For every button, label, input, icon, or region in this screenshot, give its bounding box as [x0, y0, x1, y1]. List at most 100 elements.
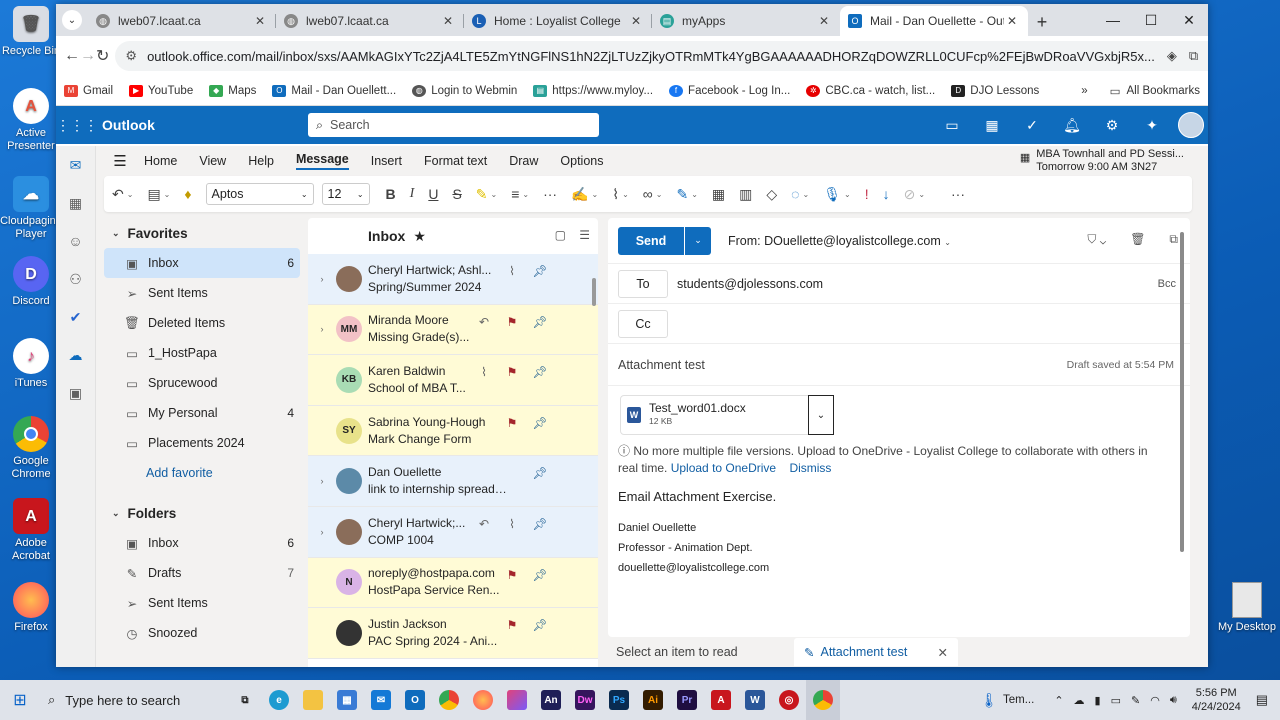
undo-icon[interactable]: ↶ ⌄	[112, 186, 133, 203]
desktop-icon-active-presenter[interactable]: A Active Presenter	[0, 88, 62, 153]
pin-icon[interactable]: 📌︎	[526, 315, 554, 329]
folder-item-placements[interactable]: ▭ Placements 2024	[104, 428, 300, 458]
dismiss-link[interactable]: Dismiss	[789, 461, 831, 475]
teams-icon[interactable]: ▭	[932, 117, 972, 134]
desktop-icon-discord[interactable]: D Discord	[0, 256, 62, 308]
desktop-icon-recycle-bin[interactable]: 🗑 Recycle Bin	[0, 6, 62, 58]
bookmark-item[interactable]: D DJO Lessons	[951, 84, 1039, 97]
more-bookmarks-icon[interactable]: »	[1081, 85, 1087, 97]
folder-item-hostpapa[interactable]: ▭ 1_HostPapa	[104, 338, 300, 368]
draft-tab[interactable]: ✎ Attachment test ✕	[794, 638, 958, 666]
folder-item-my-personal[interactable]: ▭ My Personal 4	[104, 398, 300, 428]
wifi-icon[interactable]: ◠	[1150, 694, 1160, 707]
chrome-icon[interactable]	[432, 680, 466, 720]
message-row[interactable]: › Cheryl Hartwick; Ashl... Spring/Summer 2…	[308, 254, 598, 305]
paste-icon[interactable]: ▤ ⌄	[147, 186, 170, 203]
desktop-icon-acrobat[interactable]: A Adobe Acrobat	[0, 498, 62, 563]
apps-icon[interactable]: ◇	[766, 186, 777, 203]
reload-icon[interactable]: ↻	[96, 41, 109, 71]
attachment-menu-chevron-icon[interactable]: ⌄	[808, 395, 834, 435]
pin-icon[interactable]: 📌︎	[526, 416, 554, 430]
folder-item-deleted[interactable]: 🗑︎ Deleted Items	[104, 308, 300, 338]
message-row[interactable]: Nnoreply@hostpapa.com HostPapa Service Re…	[308, 557, 598, 609]
chrome-active-icon[interactable]	[806, 680, 840, 720]
back-arrow-icon[interactable]: ←	[64, 41, 80, 71]
notifications-icon[interactable]: ▤	[1256, 692, 1268, 708]
tab-message[interactable]: Message	[295, 152, 349, 170]
word-icon[interactable]: W	[738, 680, 772, 720]
to-field[interactable]: students@djolessons.com	[677, 277, 823, 291]
close-tab-icon[interactable]: ✕	[440, 14, 456, 28]
acrobat-icon[interactable]: A	[704, 680, 738, 720]
pin-icon[interactable]: 📌︎	[526, 517, 554, 531]
account-avatar[interactable]	[1178, 112, 1204, 138]
volume-icon[interactable]: 🔊︎	[1170, 694, 1177, 707]
importance-low-icon[interactable]: ↓	[883, 186, 890, 202]
desktop-icon-cloudpaging[interactable]: ☁ Cloudpaging Player	[0, 176, 62, 241]
signature-icon[interactable]: ✎ ⌄	[676, 186, 697, 203]
app-title[interactable]: Outlook	[102, 117, 302, 133]
forward-arrow-icon[interactable]: →	[80, 41, 96, 71]
bookmark-item[interactable]: ▶ YouTube	[129, 84, 193, 97]
attachment-card[interactable]: W Test_word01.docx 12 KB ⌄	[620, 395, 834, 435]
desktop-icon-itunes[interactable]: ♪ iTunes	[0, 338, 62, 390]
table-icon[interactable]: ▦	[712, 186, 725, 203]
word-icon[interactable]: ▦	[972, 117, 1012, 134]
select-all-icon[interactable]: ▢	[555, 228, 566, 242]
font-size-select[interactable]: 12 ⌄	[321, 183, 370, 205]
close-tab-icon[interactable]: ✕	[816, 14, 832, 28]
tab-insert[interactable]: Insert	[371, 154, 402, 168]
firefox-icon[interactable]	[466, 680, 500, 720]
more-formatting-icon[interactable]: ···	[543, 186, 557, 202]
sensitivity-icon[interactable]: ⊘ ⌄	[904, 186, 925, 203]
bookmark-item[interactable]: O Mail - Dan Ouellett...	[272, 84, 396, 97]
browser-tab[interactable]: L Home : Loyalist College ✕	[464, 6, 652, 36]
extension-icon[interactable]: ◈	[1167, 48, 1177, 64]
store-icon[interactable]: ▦	[330, 680, 364, 720]
importance-high-icon[interactable]: !	[865, 186, 869, 202]
upcoming-event[interactable]: ▦ MBA Townhall and PD Sessi... Tomorrow …	[1020, 148, 1184, 174]
new-tab-button[interactable]: +	[1028, 8, 1056, 36]
folder-item-snoozed[interactable]: ◷ Snoozed	[104, 618, 300, 648]
onedrive-icon[interactable]: ☁	[1074, 694, 1085, 707]
address-bar[interactable]: ⚙ outlook.office.com/mail/inbox/sxs/AAMk…	[115, 41, 1208, 71]
close-icon[interactable]: ✕	[938, 645, 948, 660]
italic-icon[interactable]: I	[410, 186, 415, 202]
star-icon[interactable]: ★	[413, 228, 426, 245]
link-icon[interactable]: ∞ ⌄	[643, 186, 663, 202]
all-bookmarks-button[interactable]: All Bookmarks	[1127, 85, 1201, 97]
edge-icon[interactable]: e	[262, 680, 296, 720]
search-input[interactable]: ⌕ Search	[308, 113, 599, 137]
flag-icon[interactable]: ⚑	[498, 618, 526, 632]
tab-format-text[interactable]: Format text	[424, 154, 487, 168]
photos-icon[interactable]	[500, 680, 534, 720]
bookmark-item[interactable]: ◍ Login to Webmin	[412, 84, 517, 97]
bookmark-item[interactable]: ▤ https://www.myloy...	[533, 84, 653, 97]
illustrator-icon[interactable]: Ai	[636, 680, 670, 720]
to-button[interactable]: To	[618, 269, 668, 298]
pin-icon[interactable]: 📌︎	[526, 568, 554, 582]
desktop-icon-firefox[interactable]: Firefox	[0, 582, 62, 634]
usb-icon[interactable]: ▮	[1095, 694, 1101, 707]
underline-icon[interactable]: U	[428, 186, 438, 202]
message-row[interactable]: › Dan Ouellette link to internship spreads…	[308, 456, 598, 507]
todo-icon[interactable]: ✓	[1012, 117, 1052, 134]
send-button[interactable]: Send	[618, 226, 684, 255]
todo-check-icon[interactable]: ✔	[56, 298, 95, 336]
subject-field[interactable]: Attachment test	[618, 358, 705, 372]
security-icon[interactable]: ◎	[772, 680, 806, 720]
pen-icon[interactable]: ✎	[1131, 694, 1140, 707]
browser-tab[interactable]: ◍ lweb07.lcaat.ca ✕	[88, 6, 276, 36]
photoshop-icon[interactable]: Ps	[602, 680, 636, 720]
close-tab-icon[interactable]: ✕	[628, 14, 644, 28]
add-favorite-link[interactable]: Add favorite	[104, 458, 300, 488]
discard-trash-icon[interactable]: 🗑︎	[1130, 232, 1145, 247]
browser-tab[interactable]: ▤ myApps ✕	[652, 6, 840, 36]
premiere-icon[interactable]: Pr	[670, 680, 704, 720]
folder-item-inbox[interactable]: ▣ Inbox 6	[104, 248, 300, 278]
desktop-icon-my-desktop[interactable]: My Desktop	[1214, 582, 1280, 633]
message-row[interactable]: SY Sabrina Young-Hough Mark Change Form ⚑ 📌︎	[308, 405, 598, 457]
message-row[interactable]: Justin Jackson PAC Spring 2024 - Ani... ⚑ 📌…	[308, 608, 598, 659]
tab-help[interactable]: Help	[248, 154, 274, 168]
flag-icon[interactable]: ⚑	[498, 365, 526, 379]
